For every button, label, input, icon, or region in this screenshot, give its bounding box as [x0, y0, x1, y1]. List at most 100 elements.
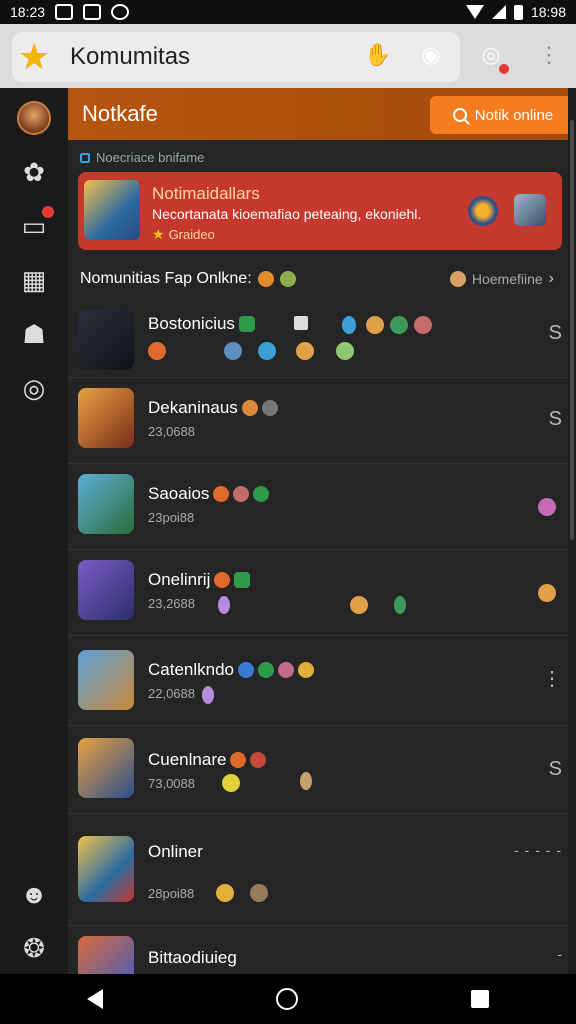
square-icon: [80, 152, 90, 163]
featured-thumbnail: [84, 180, 140, 240]
scrollbar[interactable]: [570, 120, 574, 540]
app-title-bar[interactable]: ★ Komumitas: [12, 32, 460, 82]
wifi-icon: [465, 5, 484, 19]
list-item-thumbnail: [78, 836, 134, 902]
featured-description: Necortanata kioemafiao peteaing, ekonieh…: [152, 206, 422, 222]
app-notification-icon: [111, 4, 130, 20]
face-icon: [390, 316, 408, 334]
system-nav-bar: [0, 974, 576, 1024]
grid-icon: ▦: [21, 264, 47, 295]
featured-title: Notimaidallars: [152, 184, 260, 203]
badge-icon: [336, 342, 354, 360]
shield-icon[interactable]: [468, 196, 498, 226]
badge-icon: [222, 774, 240, 792]
face-icon: [216, 884, 234, 902]
list-item-sub: 23,2688: [148, 596, 195, 611]
tag-icon: [234, 572, 251, 588]
chevron-right-icon: ›: [548, 270, 554, 287]
tag-icon: [253, 486, 270, 502]
main-content: Notkafe Notik online Noecriace bnifame N…: [68, 88, 568, 974]
image-notification-icon: [55, 4, 74, 20]
row-trail[interactable]: ⋮: [542, 666, 562, 691]
list-item-title: Cuenlnare: [148, 750, 227, 769]
list-item-title-wrap: Saoaios: [148, 484, 270, 504]
sidebar-avatar[interactable]: [16, 100, 52, 136]
list-item-thumbnail: [78, 310, 134, 370]
recents-icon[interactable]: [471, 990, 490, 1008]
list-item[interactable]: Bostonicius S: [68, 300, 568, 378]
sidebar-item-settings[interactable]: ❂: [16, 930, 52, 966]
face-icon: [414, 316, 432, 334]
notik-online-button[interactable]: Notik online: [430, 96, 568, 134]
list-item-title-wrap: Onelinrij: [148, 570, 251, 590]
list-item[interactable]: Onliner 28poi88 - - - - -: [68, 814, 568, 926]
status-time-right: 18:98: [530, 4, 566, 20]
chat-badge: [42, 206, 54, 218]
sword-icon: [342, 316, 356, 334]
sidebar-item-gear[interactable]: ✿: [16, 154, 52, 190]
tag-icon: [238, 316, 255, 332]
list-item-thumbnail: [78, 474, 134, 534]
camera-icon[interactable]: ◉: [418, 42, 444, 68]
list-item[interactable]: Onelinrij 23,2688: [68, 550, 568, 636]
avatar: [17, 101, 51, 135]
list-item-title-wrap: Bittaodiuieg: [148, 948, 237, 968]
section-label: Noecriace bnifame: [80, 150, 204, 165]
row-trail[interactable]: S: [549, 758, 562, 781]
sword-icon: [394, 596, 406, 614]
check-icon: [294, 316, 308, 330]
list-item[interactable]: Cuenlnare 73,0088 S: [68, 726, 568, 814]
featured-sub: ★ Graideo: [152, 226, 215, 243]
sidebar-item-chat[interactable]: ▭: [16, 206, 54, 244]
list-item-title: Catenlkndo: [148, 660, 235, 679]
sidebar-item-group[interactable]: ☻: [16, 876, 52, 912]
list-item[interactable]: Catenlkndo 22,0688 ⋮: [68, 636, 568, 726]
face-icon: [250, 884, 268, 902]
tag-icon: [261, 400, 278, 416]
battery-icon: [513, 4, 523, 20]
mail-notification-icon: [83, 4, 102, 20]
search-icon: [452, 108, 467, 122]
sidebar-item-people[interactable]: ☗: [16, 316, 52, 352]
badge-icon: [296, 342, 314, 360]
back-icon[interactable]: [86, 989, 103, 1009]
featured-sub-text: Graideo: [168, 227, 215, 242]
home-icon[interactable]: [275, 988, 298, 1010]
list-item-sub: 23poi88: [148, 510, 195, 525]
list-item[interactable]: Saoaios 23poi88: [68, 464, 568, 550]
row-trail[interactable]: - - - - -: [514, 842, 562, 858]
list-item-title-wrap: Catenlkndo: [148, 660, 315, 680]
list-item[interactable]: Dekaninaus 23,0688 S: [68, 378, 568, 464]
row-trail[interactable]: -: [557, 946, 562, 962]
list-item-title: Bittaodiuieg: [148, 948, 237, 967]
list-item[interactable]: Bittaodiuieg -: [68, 926, 568, 974]
group-icon: ☻: [20, 878, 48, 909]
emoji-icon: [279, 271, 296, 287]
list-item-thumbnail: [78, 388, 134, 448]
star-logo-icon: ★: [18, 36, 51, 77]
status-time: 18:23: [10, 4, 46, 20]
row-trail[interactable]: S: [549, 408, 562, 431]
sidebar: ✿ ▭ ▦ ☗ ◎ ☻ ❂: [0, 88, 68, 974]
sidebar-item-grid[interactable]: ▦: [16, 262, 52, 298]
tag-icon: [230, 752, 247, 768]
more-options-icon[interactable]: ⋮: [536, 42, 562, 68]
row-trail[interactable]: S: [549, 322, 562, 345]
tag-icon: [278, 662, 295, 678]
helmet-icon[interactable]: [514, 194, 546, 226]
signal-icon: [491, 5, 506, 19]
hand-icon[interactable]: ✋: [364, 42, 391, 68]
sidebar-item-power[interactable]: ◎: [16, 370, 52, 406]
tag-icon: [298, 662, 315, 678]
list-filter[interactable]: Hoemefiine ›: [449, 270, 554, 288]
tag-icon: [238, 662, 255, 678]
list-item-title-wrap: Onliner: [148, 842, 203, 862]
page-header: Notkafe Notik online: [68, 88, 568, 140]
list-item-title-wrap: Cuenlnare: [148, 750, 267, 770]
section-label-text: Noecriace bnifame: [96, 150, 205, 165]
list-item-title: Saoaios: [148, 484, 210, 503]
list-header: Nomunitias Fap Onlkne:: [80, 270, 296, 288]
featured-card[interactable]: Notimaidallars Necortanata kioemafiao pe…: [78, 172, 562, 250]
tag-icon: [214, 572, 231, 588]
tag-icon: [241, 400, 258, 416]
